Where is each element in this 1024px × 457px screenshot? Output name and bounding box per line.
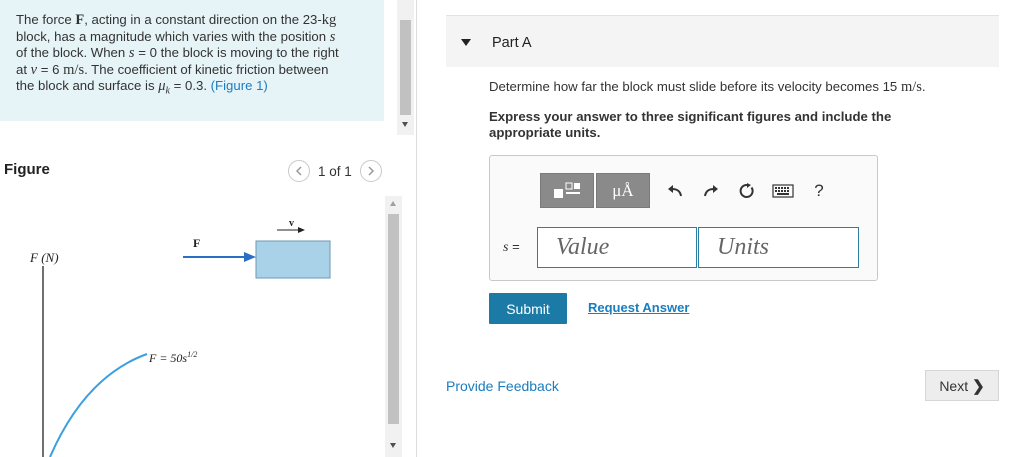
help-button[interactable]: ? (804, 176, 834, 206)
units-icon: μÅ (612, 180, 634, 200)
redo-icon (704, 184, 718, 196)
force-arrowhead (244, 252, 256, 262)
scroll-down-arrow-icon[interactable] (390, 443, 396, 448)
next-figure-button[interactable] (359, 160, 382, 182)
question-text: Determine how far the block must slide b… (489, 79, 926, 95)
figure-link[interactable]: (Figure 1) (211, 78, 268, 93)
problem-line-3: of the block. When s = 0 the block is mo… (16, 45, 339, 61)
problem-line-2: block, has a magnitude which varies with… (16, 28, 336, 45)
keyboard-button[interactable] (768, 176, 798, 206)
provide-feedback-link[interactable]: Provide Feedback (446, 378, 559, 394)
force-curve (49, 353, 148, 457)
templates-button[interactable] (540, 173, 594, 208)
math-toolbar: μÅ ? (540, 173, 834, 208)
part-a-header[interactable]: Part A (446, 15, 999, 67)
f-axis-label: F (N) (29, 250, 59, 265)
force-diagram: F (N) F = 50s1/2 F v (29, 218, 331, 457)
figure-scrollbar[interactable] (385, 196, 402, 457)
prev-figure-button[interactable] (288, 160, 310, 182)
problem-line-5: the block and surface is μk = 0.3. (Figu… (16, 78, 268, 97)
reset-button[interactable] (732, 176, 762, 206)
chevron-right-icon: ❯ (972, 377, 985, 395)
undo-icon (668, 184, 682, 196)
help-icon: ? (814, 180, 824, 200)
value-input[interactable] (537, 227, 697, 268)
redo-button[interactable] (696, 176, 726, 206)
units-button[interactable]: μÅ (596, 173, 650, 208)
keyboard-icon (772, 183, 794, 198)
templates-icon (554, 182, 580, 198)
submit-button[interactable]: Submit (489, 293, 567, 324)
scroll-down-arrow-icon[interactable] (402, 122, 408, 127)
answer-instruction: Express your answer to three significant… (489, 109, 892, 140)
chevron-left-icon (295, 166, 302, 176)
pager-count: 1 of 1 (318, 163, 352, 179)
problem-line-4: at v = 6 m/s. The coefficient of kinetic… (16, 61, 329, 78)
units-input[interactable] (698, 227, 859, 268)
chevron-right-icon (368, 166, 374, 176)
scroll-up-arrow-icon[interactable] (390, 201, 396, 206)
undo-button[interactable] (660, 176, 690, 206)
velocity-label: v (289, 218, 294, 229)
request-answer-link[interactable]: Request Answer (588, 300, 689, 315)
block (255, 240, 331, 279)
toolbar-actions: ? (660, 176, 834, 206)
pane-divider (416, 0, 417, 457)
next-label: Next (939, 377, 969, 394)
part-title: Part A (492, 35, 532, 51)
equation-label: F = 50s1/2 (148, 350, 197, 365)
figure-heading: Figure (4, 161, 50, 178)
velocity-arrowhead (298, 227, 305, 233)
reset-icon (739, 182, 754, 198)
problem-line-1: The force F, acting in a constant direct… (16, 12, 337, 28)
scrollbar-thumb[interactable] (388, 214, 399, 424)
answer-panel: μÅ ? s = (489, 155, 878, 281)
force-label: F (193, 236, 200, 250)
problem-statement: The force F, acting in a constant direct… (0, 0, 384, 121)
collapse-triangle-icon[interactable] (461, 39, 471, 46)
problem-scrollbar[interactable] (397, 0, 414, 135)
next-button[interactable]: Next ❯ (925, 370, 999, 401)
answer-variable-label: s = (503, 239, 520, 255)
figure-image: F (N) F = 50s1/2 F v (0, 196, 384, 457)
figure-pager: 1 of 1 (288, 160, 382, 182)
scrollbar-thumb[interactable] (400, 20, 411, 115)
